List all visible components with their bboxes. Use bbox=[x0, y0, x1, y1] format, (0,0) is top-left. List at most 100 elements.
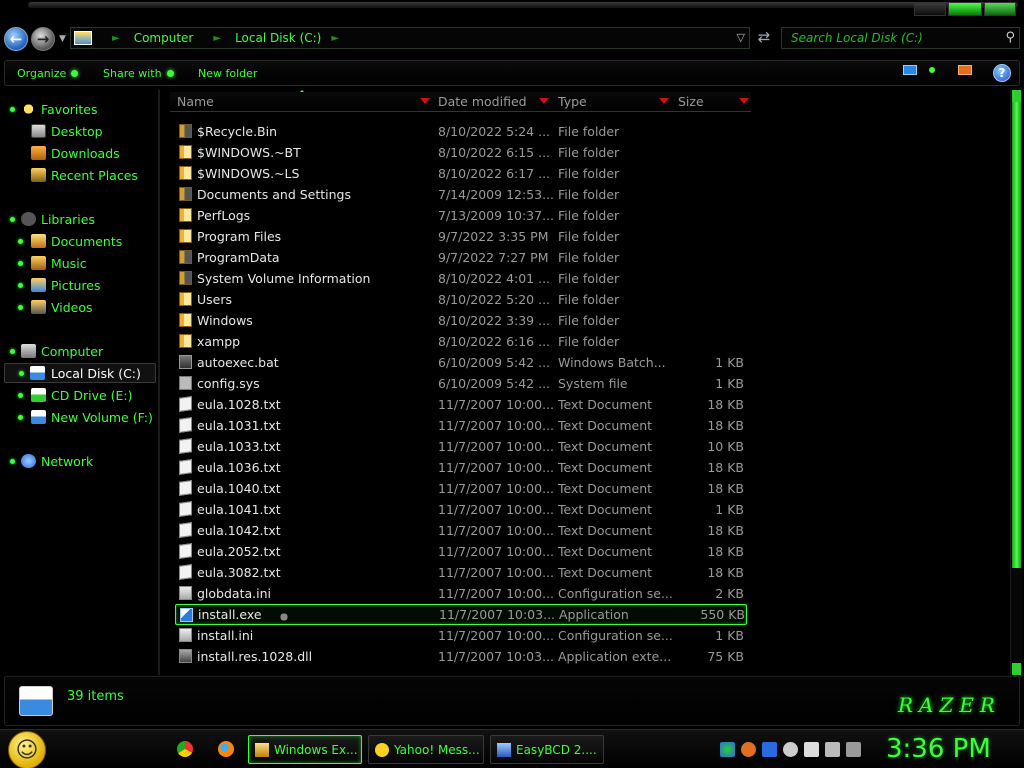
scroll-down-button[interactable] bbox=[1012, 663, 1021, 675]
nav-pictures[interactable]: Pictures bbox=[0, 275, 158, 295]
file-row[interactable]: $Recycle.Bin 8/10/2022 5:24 ... File folde… bbox=[175, 121, 747, 142]
app-tray-icon[interactable] bbox=[762, 742, 777, 757]
expand-dot-icon[interactable] bbox=[10, 349, 15, 354]
column-header-name[interactable]: Name bbox=[170, 92, 432, 112]
file-row[interactable]: eula.1031.txt 11/7/2007 10:00... Text Docu… bbox=[175, 415, 747, 436]
breadcrumb-separator-icon[interactable]: ► bbox=[112, 33, 120, 44]
file-row[interactable]: ProgramData 9/7/2022 7:27 PM File folder bbox=[175, 247, 747, 268]
file-row[interactable]: $WINDOWS.~LS 8/10/2022 6:17 ... File folde… bbox=[175, 163, 747, 184]
column-header-type[interactable]: Type bbox=[551, 92, 671, 112]
column-header-size[interactable]: Size bbox=[671, 92, 751, 112]
column-dropdown-icon[interactable] bbox=[739, 98, 749, 104]
expand-dot-icon[interactable] bbox=[10, 217, 15, 222]
nav-downloads[interactable]: Downloads bbox=[0, 143, 158, 163]
new-folder-button[interactable]: New folder bbox=[198, 67, 257, 80]
expand-dot-icon[interactable] bbox=[18, 239, 23, 244]
file-row[interactable]: autoexec.bat 6/10/2009 5:42 ... Windows Ba… bbox=[175, 352, 747, 373]
nav-recent-places[interactable]: Recent Places bbox=[0, 165, 158, 185]
recent-pages-dropdown[interactable]: ▼ bbox=[59, 34, 66, 44]
expand-dot-icon[interactable] bbox=[10, 459, 15, 464]
nav-network[interactable]: Network bbox=[0, 451, 158, 471]
column-dropdown-icon[interactable] bbox=[659, 98, 669, 104]
file-row[interactable]: eula.1042.txt 11/7/2007 10:00... Text Docu… bbox=[175, 520, 747, 541]
search-icon[interactable]: ⚲ bbox=[1005, 30, 1015, 45]
column-dropdown-icon[interactable] bbox=[539, 98, 549, 104]
nav-cd-drive[interactable]: CD Drive (E:) bbox=[0, 385, 158, 405]
expand-dot-icon[interactable] bbox=[10, 107, 15, 112]
nav-favorites[interactable]: Favorites bbox=[0, 99, 158, 119]
column-header-date[interactable]: Date modified bbox=[431, 92, 551, 112]
help-button[interactable]: ? bbox=[993, 64, 1011, 82]
minimize-button[interactable] bbox=[914, 2, 946, 16]
expand-dot-icon[interactable] bbox=[18, 393, 23, 398]
chrome-icon[interactable] bbox=[177, 741, 193, 757]
breadcrumb-local-disk[interactable]: ► Local Disk (C:) ► bbox=[203, 31, 339, 45]
nav-new-volume[interactable]: New Volume (F:) bbox=[0, 407, 158, 427]
file-row[interactable]: eula.1036.txt 11/7/2007 10:00... Text Docu… bbox=[175, 457, 747, 478]
address-dropdown-icon[interactable]: ▽ bbox=[737, 31, 745, 44]
file-row[interactable]: eula.2052.txt 11/7/2007 10:00... Text Docu… bbox=[175, 541, 747, 562]
address-bar[interactable]: ► Computer ► Local Disk (C:) ► ▽ bbox=[70, 27, 750, 49]
file-row[interactable]: xampp 8/10/2022 6:16 ... File folder bbox=[175, 331, 747, 352]
change-view-button[interactable] bbox=[903, 65, 935, 75]
file-row[interactable]: install.exe 11/7/2007 10:03... Application… bbox=[175, 604, 747, 626]
file-row[interactable]: PerfLogs 7/13/2009 10:37... File folder bbox=[175, 205, 747, 226]
file-row[interactable]: eula.1040.txt 11/7/2007 10:00... Text Docu… bbox=[175, 478, 747, 499]
breadcrumb-label[interactable]: Local Disk (C:) bbox=[235, 31, 321, 45]
nav-computer[interactable]: Computer bbox=[0, 341, 158, 361]
vertical-scrollbar[interactable] bbox=[1010, 90, 1022, 675]
minus-circle-icon[interactable] bbox=[783, 742, 798, 757]
nav-libraries[interactable]: Libraries bbox=[0, 209, 158, 229]
taskbar-item-easybcd[interactable]: EasyBCD 2.... bbox=[490, 735, 604, 764]
preview-pane-button[interactable] bbox=[958, 65, 972, 75]
nav-desktop[interactable]: Desktop bbox=[0, 121, 158, 141]
expand-dot-icon[interactable] bbox=[18, 305, 23, 310]
network-icon[interactable] bbox=[825, 742, 840, 757]
nav-videos[interactable]: Videos bbox=[0, 297, 158, 317]
file-row[interactable]: eula.1041.txt 11/7/2007 10:00... Text Docu… bbox=[175, 499, 747, 520]
firefox-icon[interactable] bbox=[218, 741, 234, 757]
file-row[interactable]: System Volume Information 8/10/2022 4:01 … bbox=[175, 268, 747, 289]
file-row[interactable]: Windows 8/10/2022 3:39 ... File folder bbox=[175, 310, 747, 331]
file-row[interactable]: install.res.1028.dll 11/7/2007 10:03... Ap… bbox=[175, 646, 747, 667]
nav-documents[interactable]: Documents bbox=[0, 231, 158, 251]
maximize-button[interactable] bbox=[948, 2, 982, 16]
breadcrumb-separator-icon[interactable]: ► bbox=[331, 33, 339, 44]
organize-button[interactable]: Organize bbox=[17, 67, 79, 80]
scroll-thumb[interactable] bbox=[1012, 102, 1021, 568]
file-row[interactable]: config.sys 6/10/2009 5:42 ... System file 1… bbox=[175, 373, 747, 394]
file-row[interactable]: install.ini 11/7/2007 10:00... Configurati… bbox=[175, 625, 747, 646]
search-input[interactable]: Search Local Disk (C:) ⚲ bbox=[781, 27, 1020, 49]
clock[interactable]: 3:36 PM bbox=[886, 734, 991, 764]
nav-local-disk[interactable]: Local Disk (C:) bbox=[4, 363, 156, 383]
scroll-up-button[interactable] bbox=[1012, 90, 1021, 102]
forward-button[interactable]: → bbox=[31, 27, 55, 51]
breadcrumb-label[interactable]: Computer bbox=[134, 31, 194, 45]
refresh-icon[interactable]: ⇄ bbox=[754, 28, 774, 46]
breadcrumb-computer[interactable]: ► Computer bbox=[102, 31, 193, 45]
nav-music[interactable]: Music bbox=[0, 253, 158, 273]
expand-dot-icon[interactable] bbox=[18, 283, 23, 288]
share-with-button[interactable]: Share with bbox=[103, 67, 174, 80]
back-button[interactable]: ← bbox=[4, 27, 28, 51]
file-row[interactable]: Documents and Settings 7/14/2009 12:53...… bbox=[175, 184, 747, 205]
search-icon[interactable] bbox=[741, 742, 756, 757]
file-row[interactable]: globdata.ini 11/7/2007 10:00... Configurat… bbox=[175, 583, 747, 604]
expand-dot-icon[interactable] bbox=[18, 261, 23, 266]
file-row[interactable]: eula.1033.txt 11/7/2007 10:00... Text Docu… bbox=[175, 436, 747, 457]
file-row[interactable]: eula.1028.txt 11/7/2007 10:00... Text Docu… bbox=[175, 394, 747, 415]
breadcrumb-separator-icon[interactable]: ► bbox=[213, 33, 221, 44]
flag-icon[interactable] bbox=[804, 742, 819, 757]
column-dropdown-icon[interactable] bbox=[420, 98, 430, 104]
expand-dot-icon[interactable] bbox=[18, 415, 23, 420]
volume-icon[interactable] bbox=[846, 742, 861, 757]
file-row[interactable]: Users 8/10/2022 5:20 ... File folder bbox=[175, 289, 747, 310]
expand-dot-icon[interactable] bbox=[19, 371, 24, 376]
file-row[interactable]: Program Files 9/7/2022 3:35 PM File folder bbox=[175, 226, 747, 247]
network-status-icon[interactable] bbox=[720, 742, 735, 757]
file-row[interactable]: $WINDOWS.~BT 8/10/2022 6:15 ... File folde… bbox=[175, 142, 747, 163]
close-button[interactable] bbox=[984, 2, 1016, 16]
taskbar-item-yahoo-messenger[interactable]: Yahoo! Mess... bbox=[368, 735, 484, 764]
taskbar-item-windows-explorer[interactable]: Windows Ex... bbox=[248, 735, 362, 764]
start-button[interactable]: ☺ bbox=[8, 731, 46, 768]
